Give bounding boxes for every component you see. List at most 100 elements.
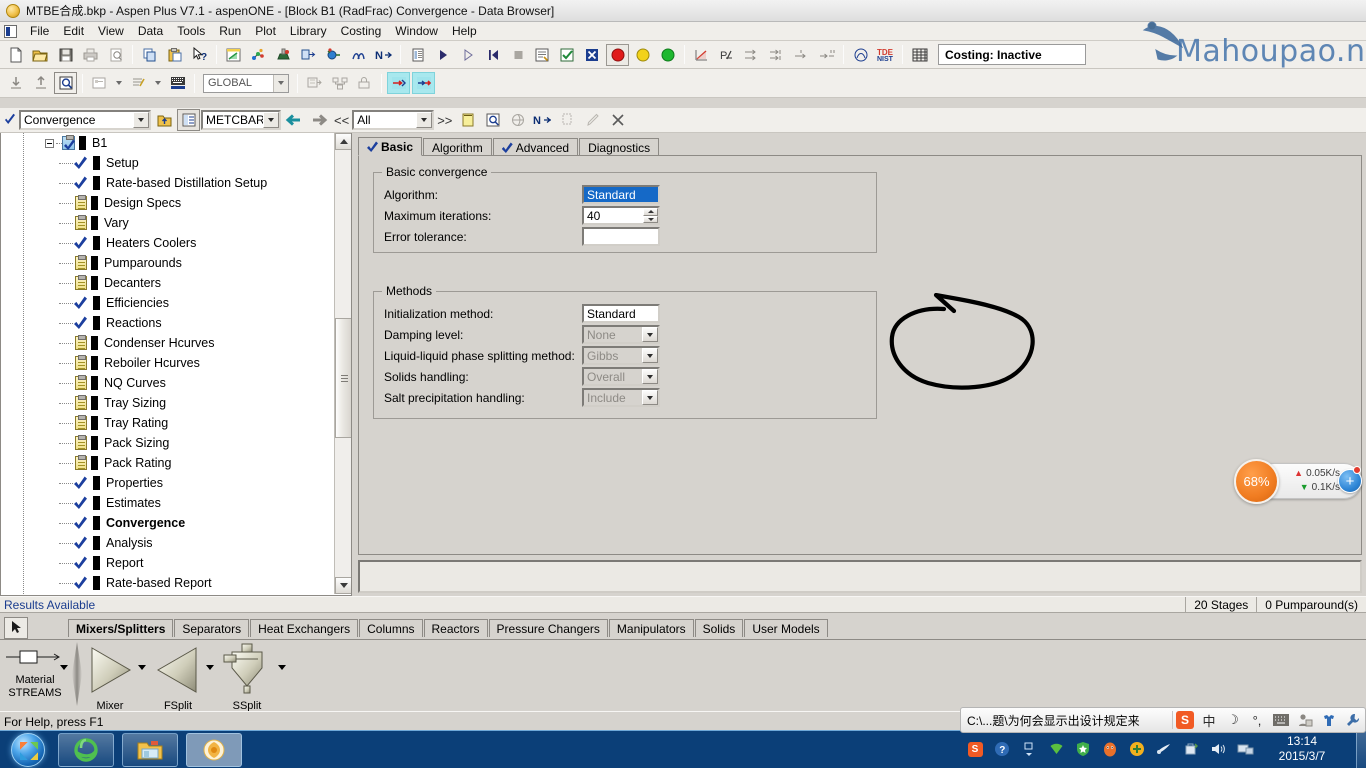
palette-tab-reactors[interactable]: Reactors [423, 619, 488, 637]
input-complete-icon[interactable] [556, 44, 579, 66]
tree-node-nq-curves[interactable]: NQ Curves [1, 373, 335, 393]
status-red-icon[interactable] [606, 43, 629, 66]
reinitialize-icon[interactable] [481, 44, 504, 66]
tree-node-vary[interactable]: Vary [1, 213, 335, 233]
toggle-tree-icon[interactable] [177, 109, 200, 131]
tree-node-tray-rating[interactable]: Tray Rating [1, 413, 335, 433]
taskbar-aspen-plus[interactable] [186, 733, 242, 767]
zoom-icon[interactable] [54, 72, 77, 94]
properties-estimation-icon[interactable] [222, 44, 245, 66]
tree-node-design-specs[interactable]: Design Specs [1, 193, 335, 213]
tab-advanced[interactable]: Advanced [492, 138, 579, 156]
ime-halfwidth-icon[interactable]: ☽ [1221, 709, 1245, 731]
tree-node-efficiencies[interactable]: Efficiencies [1, 293, 335, 313]
tree-node-rate-based-distillation-setup[interactable]: Rate-based Distillation Setup [1, 173, 335, 193]
fsplit-dropdown[interactable] [206, 665, 214, 682]
methods-field-initialization-method[interactable]: Standard [582, 304, 660, 323]
palette-model-fsplit[interactable]: FSplit [152, 644, 204, 712]
antivirus-icon[interactable] [1128, 740, 1146, 758]
units-combo-arrow[interactable] [263, 112, 279, 128]
tree-node-decanters[interactable]: Decanters [1, 273, 335, 293]
scroll-up-button[interactable] [335, 133, 351, 150]
safely-remove-icon[interactable] [1182, 740, 1200, 758]
palette-tab-solids[interactable]: Solids [694, 619, 744, 637]
stepper-down[interactable] [643, 215, 658, 223]
algorithm-field[interactable]: Standard [582, 185, 660, 204]
menu-costing[interactable]: Costing [334, 23, 389, 39]
new-icon[interactable] [4, 44, 27, 66]
network-speed-widget[interactable]: ▲ 0.05K/s ▼ 0.1K/s 68% + [1234, 459, 1362, 504]
tree-node-condenser-hcurves[interactable]: Condenser Hcurves [1, 333, 335, 353]
stepper-up[interactable] [643, 208, 658, 216]
tree-node-estimates[interactable]: Estimates [1, 493, 335, 513]
go-up-icon[interactable] [152, 109, 175, 131]
methods-field-damping-level[interactable]: None [582, 325, 660, 344]
menu-view[interactable]: View [91, 23, 131, 39]
save-icon[interactable] [54, 44, 77, 66]
menu-edit[interactable]: Edit [56, 23, 91, 39]
palette-tab-separators[interactable]: Separators [174, 619, 250, 637]
stream-table-icon[interactable] [297, 44, 320, 66]
data-browser-tree[interactable]: B1 Setup Rate-based Distillation Setup Des… [0, 133, 352, 596]
show-desktop-button[interactable] [1356, 730, 1366, 768]
tree-node-rate-based-report[interactable]: Rate-based Report [1, 573, 335, 593]
tree-node-properties[interactable]: Properties [1, 473, 335, 493]
menu-file[interactable]: File [23, 23, 56, 39]
tree-node-pack-sizing[interactable]: Pack Sizing [1, 433, 335, 453]
show-hidden-icons-button[interactable] [1020, 740, 1038, 758]
stream-out-icon[interactable] [412, 72, 435, 94]
object-combo-arrow[interactable] [133, 112, 149, 128]
run-icon[interactable] [431, 44, 454, 66]
dropdown-arrow-icon[interactable] [642, 390, 658, 405]
palette-tab-manipulators[interactable]: Manipulators [608, 619, 694, 637]
taskbar-internet-explorer[interactable] [58, 733, 114, 767]
stream-in-icon[interactable] [387, 72, 410, 94]
wifi-icon[interactable] [1047, 740, 1065, 758]
dropdown-arrow-icon[interactable] [642, 369, 658, 384]
open-icon[interactable] [29, 44, 52, 66]
close-form-icon[interactable] [606, 109, 629, 131]
tree-node-pack-rating[interactable]: Pack Rating [1, 453, 335, 473]
next-form-button[interactable]: >> [434, 113, 455, 128]
tab-diagnostics[interactable]: Diagnostics [579, 138, 660, 156]
methods-field-salt-precipitation-handling[interactable]: Include [582, 388, 660, 407]
tree-node-analysis[interactable]: Analysis [1, 533, 335, 553]
molecule-icon[interactable] [247, 44, 270, 66]
palette-tab-mixers-splitters[interactable]: Mixers/Splitters [68, 619, 174, 637]
tree-expander-b1[interactable] [45, 138, 54, 148]
paste-icon[interactable] [163, 44, 186, 66]
error-tolerance-field[interactable] [582, 227, 660, 246]
tree-node-tray-sizing[interactable]: Tray Sizing [1, 393, 335, 413]
mixer-dropdown[interactable] [138, 665, 146, 682]
dropdown-arrow-icon[interactable] [642, 348, 658, 363]
scroll-thumb[interactable] [335, 318, 351, 438]
ime-language-icon[interactable]: 中 [1197, 709, 1221, 731]
ime-softkeyboard-icon[interactable] [1269, 709, 1293, 731]
taskbar-clock[interactable]: 13:14 2015/3/7 [1260, 732, 1344, 766]
security-shield-icon[interactable] [1074, 740, 1092, 758]
palette-tab-columns[interactable]: Columns [359, 619, 423, 637]
reactor-icon[interactable] [272, 44, 295, 66]
usb-device-icon[interactable] [1155, 740, 1173, 758]
tree-node-reactions[interactable]: Reactions [1, 313, 335, 333]
methods-field-liquid-liquid-phase-splitting-method[interactable]: Gibbs [582, 346, 660, 365]
units-combo[interactable]: METCBAR [201, 110, 281, 130]
object-combo[interactable]: Convergence [19, 110, 151, 130]
select-arrow-tool[interactable] [4, 617, 28, 639]
tab-basic[interactable]: Basic [358, 137, 423, 156]
binary-analysis-icon[interactable] [347, 44, 370, 66]
sogou-logo-icon[interactable]: S [1173, 709, 1197, 731]
menu-run[interactable]: Run [212, 23, 248, 39]
status-yellow-icon[interactable] [631, 44, 654, 66]
ssplit-dropdown[interactable] [278, 665, 286, 682]
tree-node-pumparounds[interactable]: Pumparounds [1, 253, 335, 273]
tree-node-heaters-coolers[interactable]: Heaters Coolers [1, 233, 335, 253]
max-iterations-stepper[interactable] [643, 208, 658, 223]
property-sets-icon[interactable]: P [715, 44, 738, 66]
forward-arrow-icon[interactable] [307, 109, 330, 131]
methods-field-solids-handling[interactable]: Overall [582, 367, 660, 386]
global-combo[interactable]: GLOBAL [203, 73, 289, 93]
palette-tab-user-models[interactable]: User Models [744, 619, 828, 637]
tree-node-convergence[interactable]: Convergence [1, 513, 335, 533]
qq-icon[interactable] [1101, 740, 1119, 758]
